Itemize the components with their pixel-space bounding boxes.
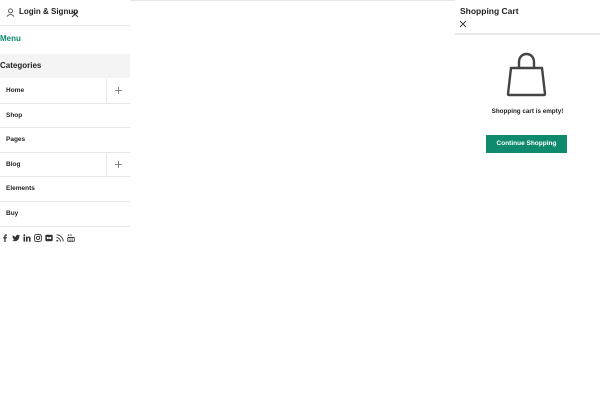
shopping-bag-icon — [506, 52, 547, 97]
cart-title: Shopping Cart — [460, 6, 519, 16]
menu-list: Home Shop Pages Blog Elements Buy — [0, 79, 130, 227]
tab-menu[interactable]: Menu — [0, 34, 21, 43]
facebook-icon[interactable] — [1, 234, 9, 242]
page-top-divider — [130, 0, 455, 1]
cart-empty-message: Shopping cart is empty! — [491, 108, 564, 115]
tab-categories-label: Categories — [0, 61, 42, 70]
plus-icon — [115, 87, 122, 94]
menu-item-blog[interactable]: Blog — [0, 152, 130, 178]
close-menu-icon[interactable] — [71, 10, 79, 18]
menu-item-label[interactable]: Shop — [6, 112, 22, 119]
shopping-cart-panel: Shopping Cart Shopping cart is empty! Co… — [455, 0, 600, 400]
menu-item-elements[interactable]: Elements — [0, 177, 130, 202]
cart-divider — [455, 33, 600, 35]
twitter-icon[interactable] — [12, 234, 20, 242]
rss-icon[interactable] — [56, 234, 64, 242]
mobile-menu-panel: Login & Signup Menu Categories Home Shop… — [0, 0, 130, 400]
expand-blog-button[interactable] — [106, 152, 130, 177]
flickr-icon[interactable] — [45, 234, 53, 242]
continue-shopping-button[interactable]: Continue Shopping — [486, 135, 567, 153]
plus-icon — [115, 160, 122, 168]
menu-item-shop[interactable]: Shop — [0, 104, 130, 129]
menu-item-label[interactable]: Home — [6, 87, 24, 94]
login-signup-row[interactable]: Login & Signup — [0, 0, 130, 26]
menu-item-label[interactable]: Blog — [6, 161, 20, 168]
social-links — [1, 233, 75, 243]
menu-item-pages[interactable]: Pages — [0, 128, 130, 153]
menu-item-label[interactable]: Buy — [6, 210, 18, 217]
close-cart-icon[interactable] — [459, 20, 467, 28]
menu-item-label[interactable]: Pages — [6, 136, 25, 143]
linkedin-icon[interactable] — [23, 234, 31, 242]
youtube-icon[interactable] — [67, 234, 75, 242]
expand-home-button[interactable] — [106, 79, 130, 103]
tab-categories[interactable]: Categories — [0, 54, 130, 78]
menu-item-home[interactable]: Home — [0, 79, 130, 104]
menu-item-buy[interactable]: Buy — [0, 202, 130, 227]
login-signup-link[interactable]: Login & Signup — [19, 7, 78, 16]
instagram-icon[interactable] — [34, 234, 42, 242]
user-icon — [6, 8, 15, 17]
menu-item-label[interactable]: Elements — [6, 185, 35, 192]
